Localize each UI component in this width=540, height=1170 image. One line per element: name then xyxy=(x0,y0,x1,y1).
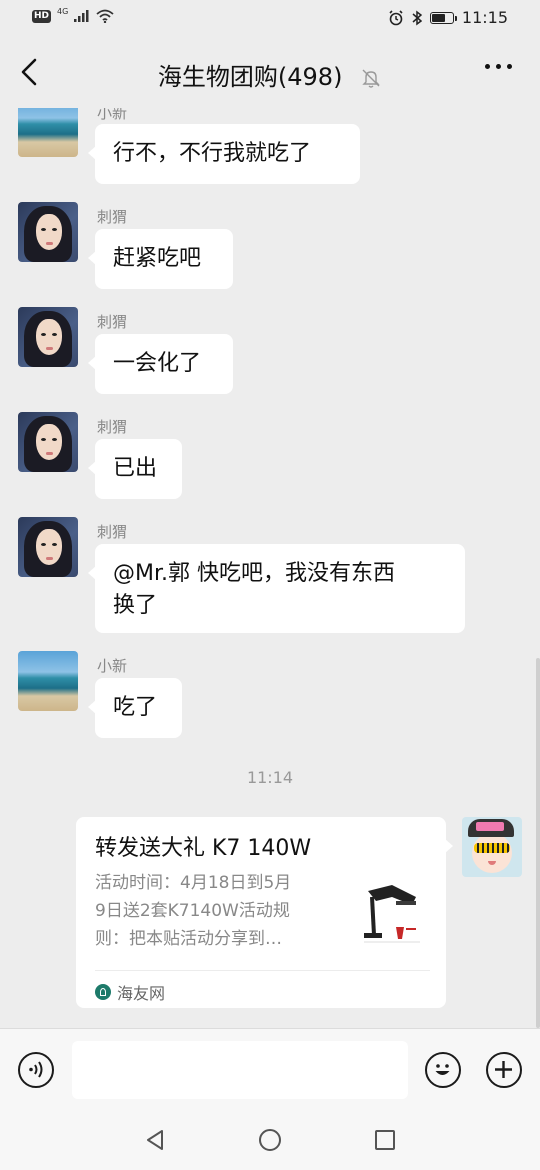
status-bar: HD 4G 11:15 xyxy=(0,0,540,38)
time-separator: 11:14 xyxy=(246,768,294,787)
alarm-icon xyxy=(389,9,403,25)
wifi-icon xyxy=(96,9,114,23)
input-bar xyxy=(0,1028,540,1110)
hd-badge: HD xyxy=(32,9,52,23)
nav-recent-icon[interactable] xyxy=(375,1130,395,1150)
card-title: 转发送大礼 K7 140W xyxy=(95,836,312,861)
chat-title-wrap: 海生物团购(498) xyxy=(0,57,540,92)
nav-home-icon[interactable] xyxy=(259,1129,281,1151)
card-desc-line: 9日送2套K7140W活动规 xyxy=(95,901,290,921)
plus-icon[interactable] xyxy=(486,1052,522,1088)
message-input[interactable] xyxy=(72,1041,408,1099)
network-type: 4G xyxy=(57,6,69,16)
link-card[interactable]: 转发送大礼 K7 140W 活动时间：4月18日到5月 9日送2套K7140W活… xyxy=(76,817,453,1008)
sender-name: 刺猬 xyxy=(97,208,128,226)
message-bubble[interactable]: 吃了 xyxy=(88,678,182,738)
avatar-self[interactable] xyxy=(462,817,522,877)
battery-icon xyxy=(429,11,457,24)
avatar[interactable] xyxy=(18,517,78,577)
chat-title: 海生物团购(498) xyxy=(157,63,343,91)
message-bubble[interactable]: 行不，不行我就吃了 xyxy=(88,124,360,184)
sender-name: 刺猬 xyxy=(97,418,128,436)
card-divider xyxy=(95,970,430,971)
message-bubble[interactable]: @Mr.郭 快吃吧，我没有东西 换了 xyxy=(88,544,465,633)
status-left: HD 4G xyxy=(32,6,114,23)
card-description: 活动时间：4月18日到5月 9日送2套K7140W活动规 则：把本贴活动分享到… xyxy=(95,869,333,953)
message-bubble[interactable]: 一会化了 xyxy=(88,334,233,394)
avatar[interactable] xyxy=(18,651,78,711)
voice-icon[interactable] xyxy=(18,1052,54,1088)
card-desc-line: 活动时间：4月18日到5月 xyxy=(95,873,292,893)
message-bubble[interactable]: 赶紧吃吧 xyxy=(88,229,233,289)
sender-name: 小新 xyxy=(97,657,128,675)
avatar[interactable] xyxy=(18,202,78,262)
sender-name: 刺猬 xyxy=(97,523,128,541)
status-time: 11:15 xyxy=(461,8,508,27)
message-line: 换了 xyxy=(113,593,158,618)
lamp-thumbnail-image xyxy=(356,877,428,949)
bluetooth-icon xyxy=(412,10,422,25)
system-nav-bar xyxy=(0,1110,540,1170)
message-bubble[interactable]: 已出 xyxy=(88,439,182,499)
status-right: 11:15 xyxy=(388,8,508,27)
scrollbar[interactable] xyxy=(536,658,540,1028)
avatar[interactable] xyxy=(18,307,78,367)
nav-back-icon[interactable] xyxy=(144,1129,166,1151)
emoji-icon[interactable] xyxy=(425,1052,461,1088)
site-logo-icon xyxy=(95,984,111,1000)
avatar[interactable] xyxy=(18,412,78,472)
card-source: 海友网 xyxy=(95,980,165,1004)
signal-icon xyxy=(74,10,89,22)
card-source-label: 海友网 xyxy=(117,984,166,1003)
battery-fill xyxy=(431,13,446,22)
scroll-clip xyxy=(0,88,540,108)
more-dots-icon[interactable] xyxy=(485,64,512,69)
message-line: @Mr.郭 快吃吧，我没有东西 xyxy=(113,561,395,586)
sender-name: 刺猬 xyxy=(97,313,128,331)
bell-muted-icon xyxy=(362,69,380,88)
card-desc-line: 则：把本贴活动分享到… xyxy=(95,929,282,949)
